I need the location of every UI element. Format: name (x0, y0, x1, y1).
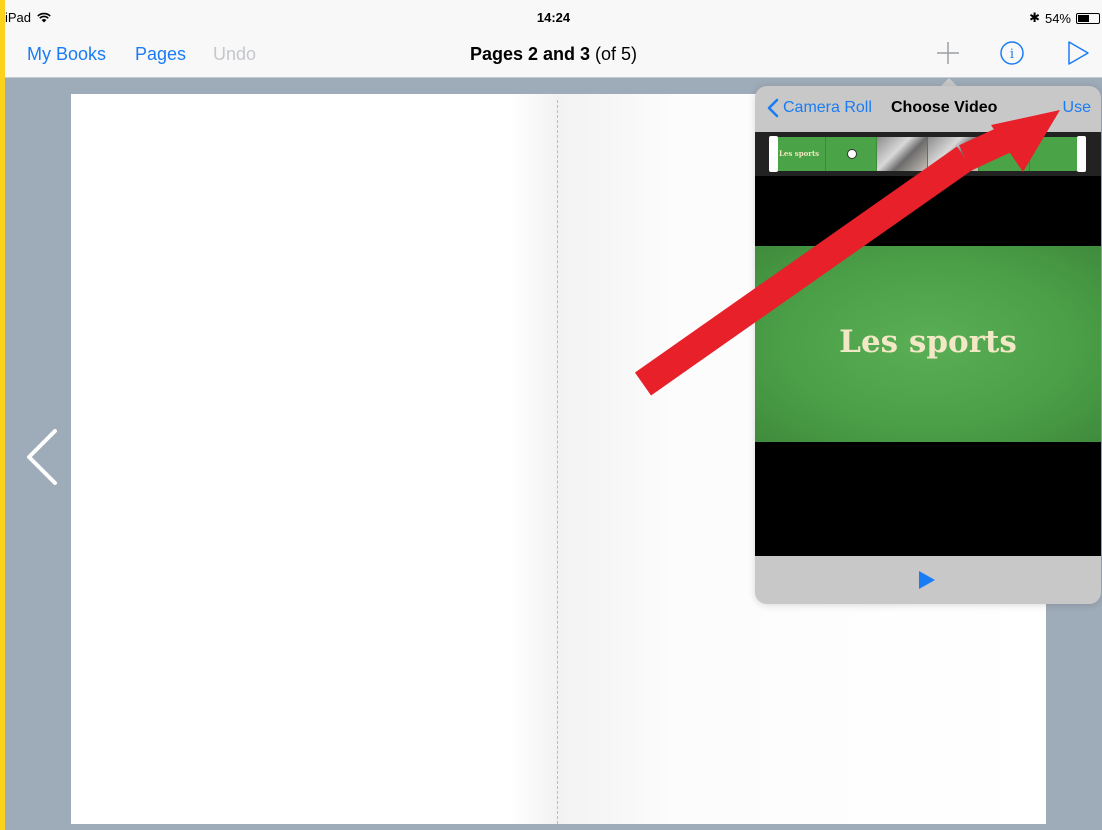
chevron-left-icon (767, 98, 779, 118)
filmstrip-frame (979, 137, 1030, 171)
play-icon[interactable] (1065, 40, 1091, 66)
camera-roll-label: Camera Roll (783, 99, 872, 116)
filmstrip-frames: Les sports (775, 137, 1081, 171)
filmstrip-frame: Les sports (775, 137, 826, 171)
filmstrip-frame (928, 137, 979, 171)
status-bar: iPad 14:24 ✱ 54% (5, 0, 1102, 36)
bluetooth-icon: ✱ (1029, 10, 1040, 25)
popover-header: Camera Roll Choose Video Use (755, 86, 1101, 132)
use-button[interactable]: Use (1063, 99, 1091, 117)
battery-level (1078, 14, 1089, 22)
choose-video-popover: Camera Roll Choose Video Use Les sports (755, 86, 1101, 604)
video-frame: Les sports (755, 246, 1101, 442)
trim-handle-right[interactable] (1077, 136, 1086, 172)
ipad-screen: iPad 14:24 ✱ 54% My Books Pages Undo Pag… (5, 0, 1102, 830)
filmstrip-frame (1030, 137, 1081, 171)
video-preview[interactable]: Les sports (755, 176, 1101, 556)
camera-roll-back-button[interactable]: Camera Roll (767, 98, 872, 118)
video-slide-title: Les sports (839, 324, 1017, 360)
popover-footer (755, 556, 1101, 604)
nav-bar: My Books Pages Undo Pages 2 and 3 (of 5)… (5, 36, 1102, 78)
filmstrip-frame (826, 137, 877, 171)
page-title-count: (of 5) (590, 44, 638, 64)
info-icon[interactable]: i (999, 40, 1025, 66)
svg-text:i: i (1010, 47, 1014, 62)
filmstrip-frame (877, 137, 928, 171)
soccer-ball-icon (847, 149, 857, 159)
frame-title: Les sports (779, 149, 820, 158)
page-title-main: Pages 2 and 3 (469, 44, 591, 64)
popover-title: Choose Video (891, 99, 998, 116)
status-right: ✱ 54% (1029, 10, 1100, 26)
video-filmstrip[interactable]: Les sports (755, 132, 1101, 176)
plus-icon[interactable] (935, 40, 961, 66)
page-divider (557, 100, 558, 824)
trim-handle-left[interactable] (769, 136, 778, 172)
status-time: 14:24 (536, 10, 571, 25)
chevron-left-icon[interactable] (23, 428, 59, 486)
play-icon[interactable] (918, 570, 936, 590)
battery-icon (1076, 12, 1100, 24)
battery-percent: 54% (1044, 10, 1071, 26)
